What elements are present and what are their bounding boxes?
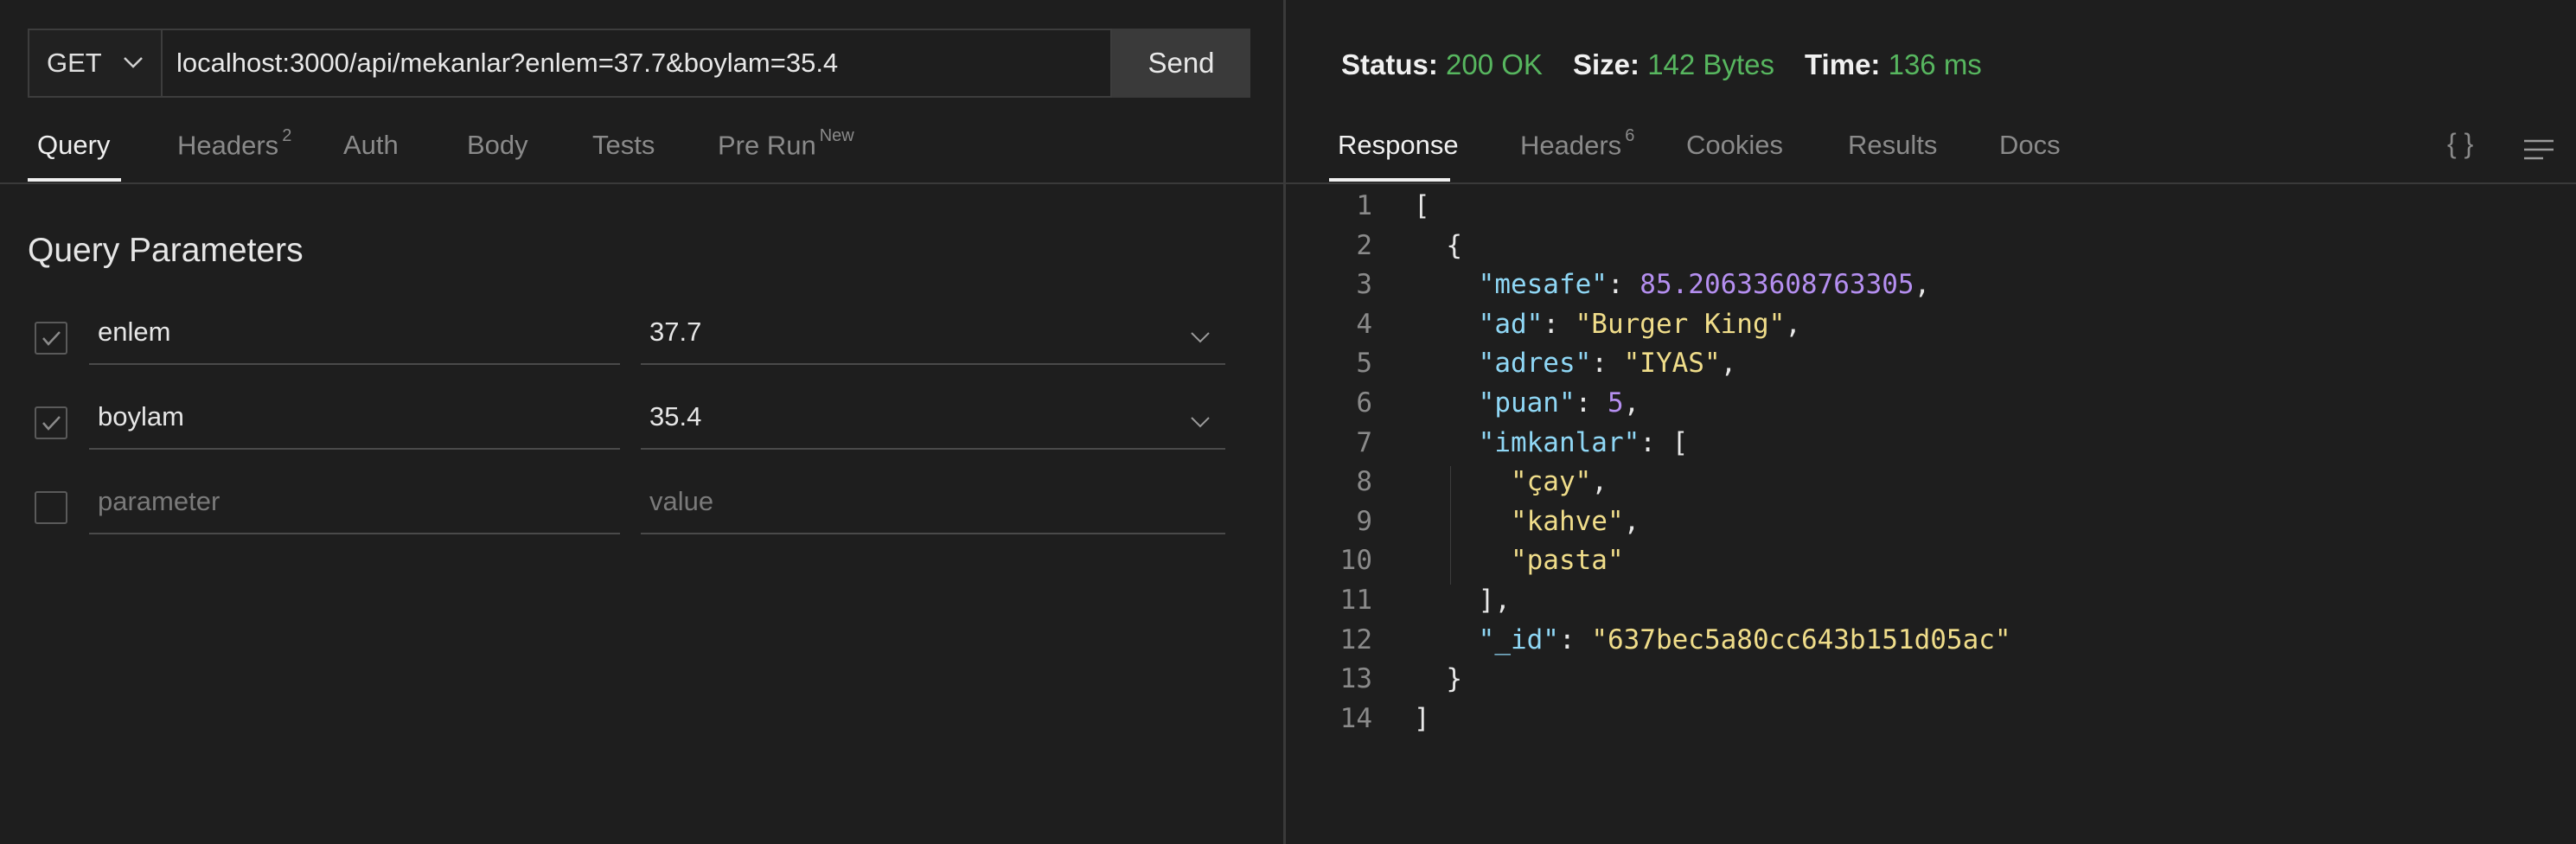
param-checkbox[interactable] xyxy=(35,491,67,524)
param-name-field[interactable]: boylam xyxy=(89,398,620,450)
code-text: "çay", xyxy=(1510,466,1608,498)
line-number: 5 xyxy=(1356,348,1372,380)
param-row-new: parameter value xyxy=(0,483,1283,543)
line-number: 10 xyxy=(1339,545,1372,577)
active-tab-indicator xyxy=(1329,178,1450,182)
line-number: 8 xyxy=(1356,466,1372,498)
status-value: 200 OK xyxy=(1446,48,1543,80)
tab-cookies[interactable]: Cookies xyxy=(1686,130,1783,161)
code-text: "imkanlar": [ xyxy=(1478,426,1689,458)
chevron-down-icon[interactable] xyxy=(1189,329,1211,346)
tab-response-headers[interactable]: Headers 6 xyxy=(1520,126,1634,161)
line-number: 1 xyxy=(1356,190,1372,221)
code-text: { xyxy=(1414,229,1462,261)
param-value-field[interactable]: 35.4 xyxy=(641,398,1225,450)
section-title: Query Parameters xyxy=(28,232,304,269)
line-number: 11 xyxy=(1339,585,1372,616)
check-icon xyxy=(42,331,61,346)
code-text: "ad": "Burger King", xyxy=(1478,308,1801,340)
method-select[interactable]: GET xyxy=(28,29,163,98)
time-info: Time: 136 ms xyxy=(1805,48,1982,80)
indent-guide xyxy=(1450,466,1451,585)
tab-results[interactable]: Results xyxy=(1848,130,1937,161)
line-number: 14 xyxy=(1339,702,1372,734)
tab-query[interactable]: Query xyxy=(37,130,110,161)
request-pane: GET localhost:3000/api/mekanlar?enlem=37… xyxy=(0,0,1283,844)
code-text: "kahve", xyxy=(1510,505,1640,537)
time-value: 136 ms xyxy=(1888,48,1982,80)
size-value: 142 Bytes xyxy=(1647,48,1774,80)
line-number: 9 xyxy=(1356,505,1372,537)
code-text: } xyxy=(1414,663,1462,695)
line-number: 4 xyxy=(1356,308,1372,340)
method-value: GET xyxy=(47,48,102,78)
code-text: "_id": "637bec5a80cc643b151d05ac" xyxy=(1478,623,2011,655)
line-number: 6 xyxy=(1356,387,1372,419)
code-text: "mesafe": 85.20633608763305, xyxy=(1478,269,1931,301)
size-info: Size: 142 Bytes xyxy=(1573,48,1774,80)
param-name-field[interactable]: enlem xyxy=(89,313,620,365)
wrap-lines-icon[interactable] xyxy=(2522,138,2555,163)
chevron-down-icon xyxy=(124,57,143,68)
code-text: "adres": "IYAS", xyxy=(1478,348,1737,380)
code-text: "pasta" xyxy=(1510,545,1624,577)
code-text: [ xyxy=(1414,190,1430,221)
param-name-input[interactable]: parameter xyxy=(89,483,620,534)
active-tab-indicator xyxy=(28,178,121,182)
tab-auth[interactable]: Auth xyxy=(343,130,399,161)
new-badge: New xyxy=(819,126,854,145)
tab-pre-run[interactable]: Pre Run New xyxy=(718,126,854,161)
tab-response[interactable]: Response xyxy=(1338,130,1459,161)
param-value-input[interactable]: value xyxy=(641,483,1225,534)
code-text: ], xyxy=(1414,585,1511,616)
param-checkbox[interactable] xyxy=(35,322,67,355)
tabs-divider xyxy=(1286,182,2576,184)
tab-body[interactable]: Body xyxy=(467,130,528,161)
response-pane: Status: 200 OK Size: 142 Bytes Time: 136… xyxy=(1286,0,2576,844)
url-value: localhost:3000/api/mekanlar?enlem=37.7&b… xyxy=(176,48,839,78)
code-text: "puan": 5, xyxy=(1478,387,1640,419)
line-number: 12 xyxy=(1339,623,1372,655)
code-text: ] xyxy=(1414,702,1430,734)
param-row: boylam 35.4 xyxy=(0,398,1283,458)
send-button[interactable]: Send xyxy=(1112,29,1250,98)
param-value-field[interactable]: 37.7 xyxy=(641,313,1225,365)
headers-count-badge: 2 xyxy=(282,126,292,145)
param-checkbox[interactable] xyxy=(35,406,67,439)
tab-headers[interactable]: Headers 2 xyxy=(177,126,291,161)
chevron-down-icon[interactable] xyxy=(1189,413,1211,431)
tab-docs[interactable]: Docs xyxy=(1999,130,2061,161)
line-number: 7 xyxy=(1356,426,1372,458)
line-number: 3 xyxy=(1356,269,1372,301)
check-icon xyxy=(42,416,61,431)
param-row: enlem 37.7 xyxy=(0,313,1283,374)
line-number: 13 xyxy=(1339,663,1372,695)
url-input[interactable]: localhost:3000/api/mekanlar?enlem=37.7&b… xyxy=(163,29,1112,98)
headers-count-badge: 6 xyxy=(1625,126,1635,145)
status-info: Status: 200 OK xyxy=(1341,48,1543,80)
braces-icon[interactable]: { } xyxy=(2447,128,2473,160)
tabs-divider xyxy=(0,182,1283,184)
line-number: 2 xyxy=(1356,229,1372,261)
tab-tests[interactable]: Tests xyxy=(592,130,655,161)
